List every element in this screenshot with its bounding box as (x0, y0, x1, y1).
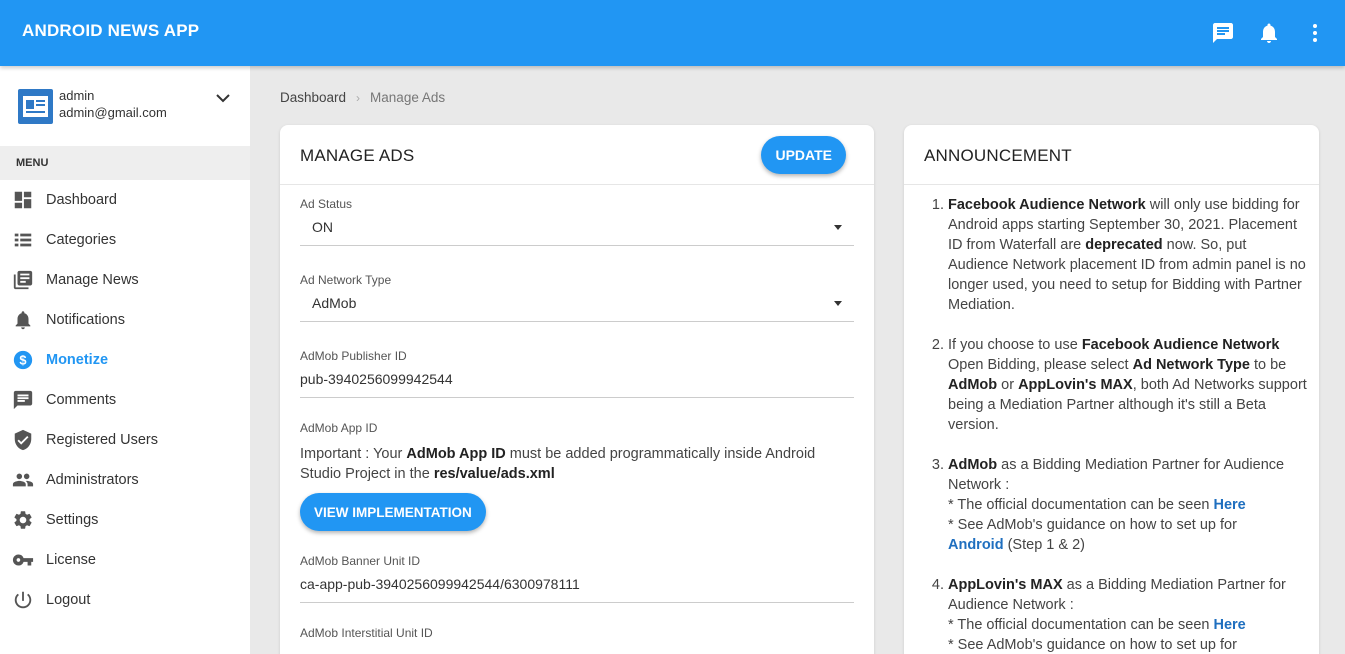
people-icon (12, 469, 34, 491)
user-info: admin admin@gmail.com (0, 66, 250, 146)
docs-link[interactable]: Here (1213, 617, 1245, 633)
key-icon (12, 549, 34, 571)
sidebar-item-comments[interactable]: Comments (0, 380, 250, 420)
shield-icon (12, 429, 34, 451)
publisher-id-field: AdMob Publisher ID pub-3940256099942544 (300, 349, 854, 398)
app-title: ANDROID NEWS APP (22, 21, 200, 40)
news-icon (12, 269, 34, 291)
breadcrumb-home[interactable]: Dashboard (280, 90, 346, 105)
sidebar-item-registered-users[interactable]: Registered Users (0, 420, 250, 460)
publisher-id-input[interactable]: pub-3940256099942544 (300, 371, 854, 398)
ad-status-field: Ad Status ON (300, 197, 854, 246)
docs-link[interactable]: Here (1213, 497, 1245, 513)
dollar-icon: $ (12, 349, 34, 371)
ad-network-type-select[interactable]: AdMob (300, 295, 854, 322)
sidebar-item-notifications[interactable]: Notifications (0, 300, 250, 340)
ad-network-type-label: Ad Network Type (300, 273, 392, 287)
ad-network-type-field: Ad Network Type AdMob (300, 273, 854, 322)
app-id-note: Important : Your AdMob App ID must be ad… (300, 446, 816, 482)
manage-ads-card: MANAGE ADS UPDATE Ad Status ON Ad Networ… (280, 125, 874, 654)
chat-icon[interactable] (1211, 21, 1235, 45)
sidebar-item-label: Settings (46, 512, 99, 528)
user-name: admin (59, 88, 95, 103)
sidebar: admin admin@gmail.com MENU Dashboard Cat… (0, 66, 250, 654)
interstitial-unit-id-field: AdMob Interstitial Unit ID (300, 626, 854, 640)
ad-network-type-value: AdMob (312, 295, 357, 311)
announcement-item: 4. AppLovin's MAX as a Bidding Mediation… (931, 577, 1286, 653)
main-content: Dashboard › Manage Ads MANAGE ADS UPDATE… (250, 66, 1345, 654)
manage-ads-header: MANAGE ADS UPDATE (280, 125, 874, 185)
chevron-right-icon: › (356, 90, 361, 105)
announcement-item: 1. Facebook Audience Network will only u… (931, 197, 1306, 313)
sidebar-item-label: Registered Users (46, 432, 159, 448)
gear-icon (12, 509, 34, 531)
bell-icon (12, 309, 34, 331)
breadcrumb: Dashboard › Manage Ads (280, 90, 445, 105)
ad-status-value: ON (312, 219, 333, 235)
publisher-id-label: AdMob Publisher ID (300, 349, 407, 363)
sidebar-item-license[interactable]: License (0, 540, 250, 580)
announcement-title: ANNOUNCEMENT (924, 146, 1072, 165)
top-app-bar: ANDROID NEWS APP (0, 0, 1345, 66)
banner-unit-id-field: AdMob Banner Unit ID ca-app-pub-39402560… (300, 554, 854, 603)
manage-ads-title: MANAGE ADS (300, 146, 415, 165)
update-button[interactable]: UPDATE (761, 136, 846, 174)
announcement-card: ANNOUNCEMENT 1. Facebook Audience Networ… (904, 125, 1319, 654)
breadcrumb-current: Manage Ads (370, 90, 446, 105)
svg-text:$: $ (19, 353, 26, 368)
sidebar-item-manage-news[interactable]: Manage News (0, 260, 250, 300)
announcement-list: 1. Facebook Audience Network will only u… (928, 195, 1308, 654)
user-email: admin@gmail.com (59, 105, 167, 120)
interstitial-unit-id-label: AdMob Interstitial Unit ID (300, 626, 433, 640)
announcement-item: 3. AdMob as a Bidding Mediation Partner … (931, 457, 1285, 553)
top-actions (1211, 21, 1327, 45)
bell-icon[interactable] (1257, 21, 1281, 45)
sidebar-item-settings[interactable]: Settings (0, 500, 250, 540)
more-vert-icon[interactable] (1303, 21, 1327, 45)
app-id-label: AdMob App ID (300, 421, 378, 435)
sidebar-item-categories[interactable]: Categories (0, 220, 250, 260)
menu-header: MENU (0, 146, 250, 180)
banner-unit-id-label: AdMob Banner Unit ID (300, 554, 421, 568)
sidebar-item-label: Logout (46, 592, 91, 608)
sidebar-item-monetize[interactable]: $ Monetize (0, 340, 250, 380)
chevron-down-icon[interactable] (215, 90, 231, 106)
sidebar-item-label: Comments (46, 392, 117, 408)
sidebar-item-logout[interactable]: Logout (0, 580, 250, 620)
avatar (18, 89, 53, 124)
sidebar-item-label: Administrators (46, 472, 139, 488)
ad-status-label: Ad Status (300, 197, 353, 211)
list-icon (12, 229, 34, 251)
view-implementation-button[interactable]: VIEW IMPLEMENTATION (300, 493, 486, 531)
dropdown-arrow-icon (834, 225, 842, 230)
power-icon (12, 589, 34, 611)
sidebar-item-label: Manage News (46, 272, 139, 288)
sidebar-item-dashboard[interactable]: Dashboard (0, 180, 250, 220)
ad-status-select[interactable]: ON (300, 219, 854, 246)
sidebar-item-label: License (46, 552, 96, 568)
banner-unit-id-input[interactable]: ca-app-pub-3940256099942544/6300978111 (300, 576, 854, 603)
android-link[interactable]: Android (948, 537, 1004, 553)
sidebar-item-label: Monetize (46, 352, 109, 368)
app-id-field: AdMob App ID Important : Your AdMob App … (300, 421, 854, 484)
comment-icon (12, 389, 34, 411)
sidebar-item-label: Categories (46, 232, 117, 248)
sidebar-item-administrators[interactable]: Administrators (0, 460, 250, 500)
menu-list: Dashboard Categories Manage News Notific… (0, 180, 250, 620)
sidebar-item-label: Dashboard (46, 192, 117, 208)
announcement-header: ANNOUNCEMENT (904, 125, 1319, 185)
dropdown-arrow-icon (834, 301, 842, 306)
announcement-item: 2. If you choose to use Facebook Audienc… (931, 337, 1307, 433)
dashboard-icon (12, 189, 34, 211)
sidebar-item-label: Notifications (46, 312, 125, 328)
